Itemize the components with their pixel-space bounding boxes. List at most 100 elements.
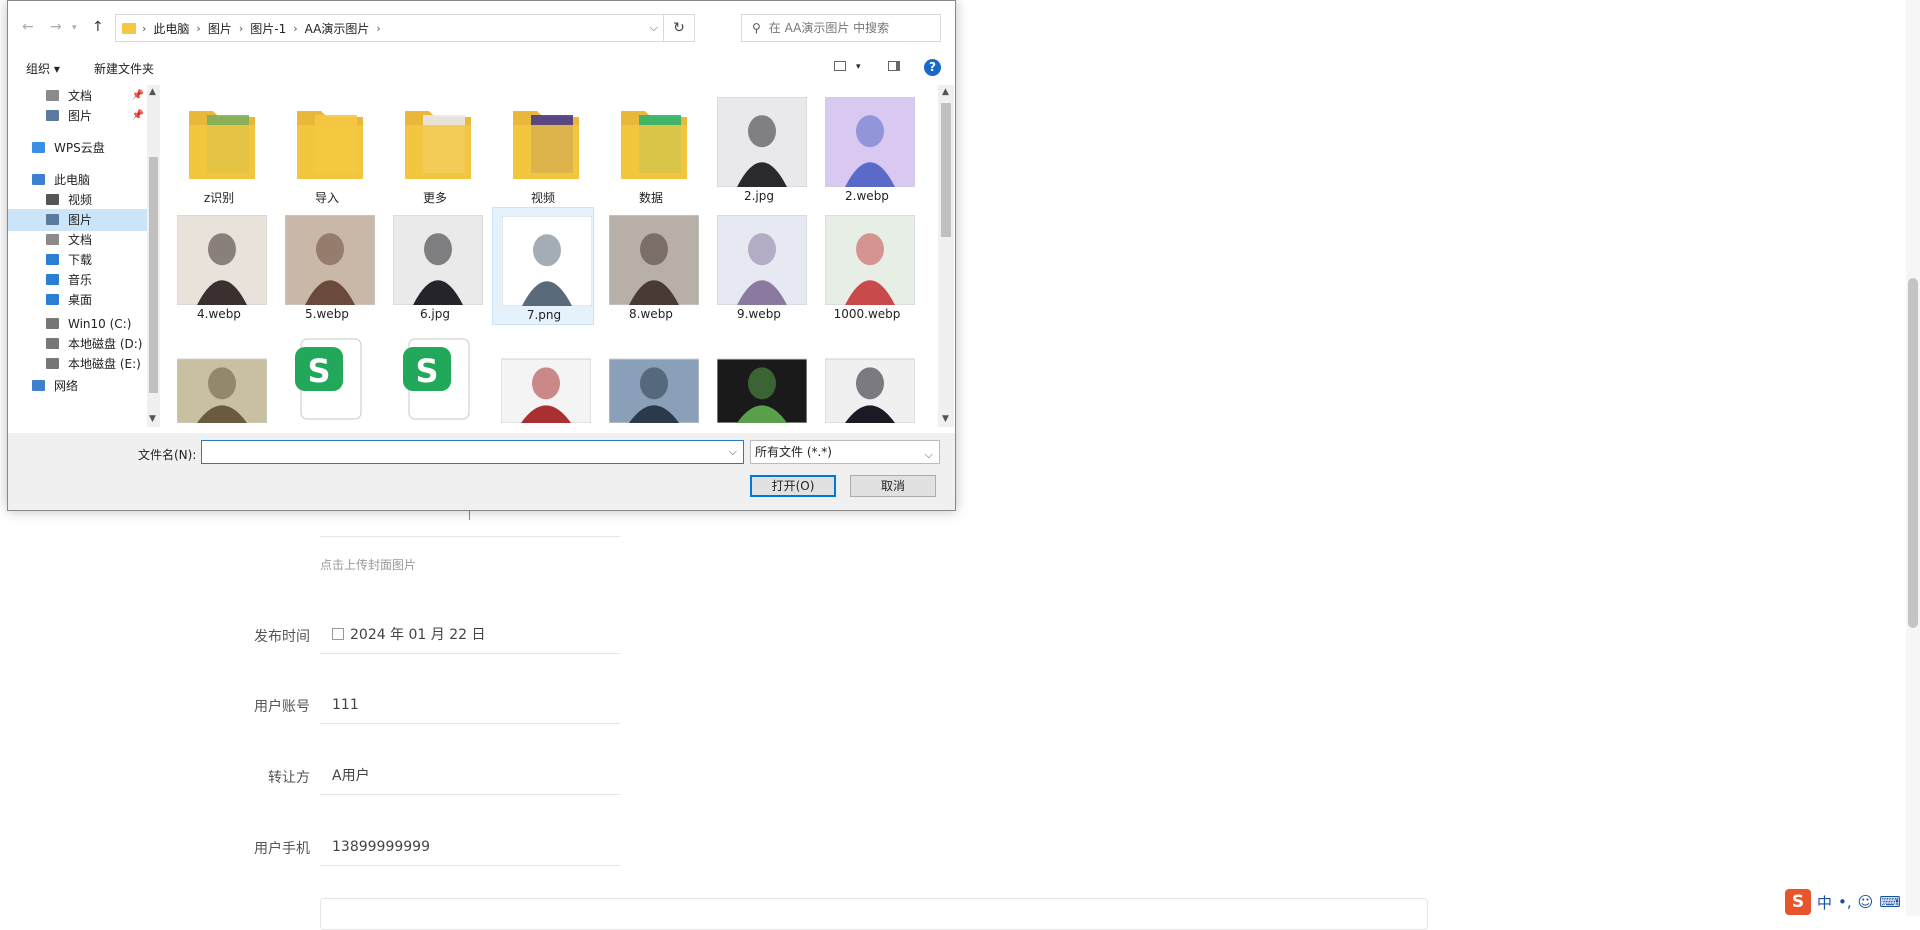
file-item[interactable]: 5.webp (276, 207, 378, 325)
back-arrow-icon[interactable]: ← (22, 19, 34, 35)
nav-item-icon (32, 380, 45, 391)
file-name: 6.jpg (419, 307, 451, 321)
file-item[interactable]: 4.webp (168, 207, 270, 325)
file-item[interactable]: 1000.webp (816, 207, 918, 325)
file-item[interactable]: z识别 (168, 89, 270, 207)
ime-mode[interactable]: 中 (1817, 892, 1832, 913)
chevron-down-icon[interactable]: ⌵ (650, 21, 658, 35)
nav-item[interactable]: WPS云盘 (8, 137, 148, 159)
nav-scrollbar-thumb[interactable] (149, 157, 158, 393)
nav-item[interactable]: 本地磁盘 (E:) (8, 353, 148, 375)
file-item[interactable]: S (276, 325, 378, 427)
forward-arrow-icon[interactable]: → (50, 19, 62, 35)
file-name: 9.webp (737, 307, 781, 321)
scroll-up-icon[interactable]: ▲ (149, 87, 156, 97)
form-row: 用户账号 111 (180, 686, 620, 726)
preview-pane-icon[interactable] (888, 61, 900, 71)
file-item[interactable]: 6.jpg (384, 207, 486, 325)
nav-item[interactable]: 视频 (8, 189, 148, 211)
up-arrow-icon[interactable]: ↑ (92, 19, 104, 35)
nav-item[interactable]: Win10 (C:) (8, 313, 148, 335)
file-item[interactable]: 8.webp (600, 207, 702, 325)
scroll-down-icon[interactable]: ▼ (942, 414, 949, 424)
chevron-down-icon[interactable]: ⌵ (729, 445, 737, 459)
breadcrumb-item[interactable]: 图片 (208, 20, 232, 37)
file-item[interactable]: 更多 (384, 89, 486, 207)
nav-item[interactable]: 文档 (8, 229, 148, 251)
keyboard-icon[interactable]: ⌨ (1879, 893, 1901, 911)
search-input[interactable]: ⚲ 在 AA演示图片 中搜索 (741, 14, 941, 42)
nav-item-icon (46, 214, 59, 225)
breadcrumb-item[interactable]: 此电脑 (153, 20, 189, 37)
address-bar[interactable]: › 此电脑 › 图片 › 图片-1 › AA演示图片 › ⌵ ↻ (115, 14, 695, 42)
pin-icon[interactable]: 📌 (132, 105, 144, 127)
pin-icon[interactable]: 📌 (132, 85, 144, 107)
chevron-down-icon[interactable]: ⌵ (925, 444, 933, 466)
file-item[interactable]: 7.png (492, 207, 594, 325)
nav-item-icon (46, 318, 59, 329)
file-item[interactable] (816, 325, 918, 427)
file-item[interactable]: 9.webp (708, 207, 810, 325)
form-value-field[interactable]: 111 (320, 686, 620, 724)
file-item[interactable] (168, 325, 270, 427)
breadcrumb-separator[interactable]: › (239, 22, 243, 35)
file-item[interactable] (492, 325, 594, 427)
nav-item[interactable]: 文档 📌 (8, 85, 148, 107)
new-folder-button[interactable]: 新建文件夹 (94, 60, 154, 77)
image-thumbnail (609, 358, 699, 423)
ime-punct[interactable]: •, (1838, 893, 1852, 911)
breadcrumb-separator[interactable]: › (196, 22, 200, 35)
file-name: 2.webp (845, 189, 889, 203)
scroll-up-icon[interactable]: ▲ (942, 87, 949, 97)
form-value-field[interactable]: 13899999999 (320, 828, 620, 866)
file-item[interactable]: 2.webp (816, 89, 918, 207)
nav-item-label: 下载 (68, 253, 93, 267)
nav-item[interactable]: 此电脑 (8, 169, 148, 191)
nav-item[interactable]: 图片 📌 (8, 105, 148, 127)
form-value-field[interactable]: 2024 年 01 月 22 日 (320, 616, 620, 654)
view-dropdown-icon[interactable]: ▾ (856, 62, 861, 72)
filetype-select[interactable]: 所有文件 (*.*) ⌵ (750, 440, 940, 464)
upload-hint[interactable]: 点击上传封面图片 (320, 556, 416, 573)
file-item[interactable]: 视频 (492, 89, 594, 207)
nav-item[interactable]: 图片 (8, 209, 148, 231)
nav-item[interactable]: 网络 (8, 375, 148, 397)
nav-item-icon (32, 174, 45, 185)
files-scrollbar[interactable]: ▲ ▼ (938, 85, 954, 427)
form-label: 发布时间 (254, 629, 310, 645)
breadcrumb-separator[interactable]: › (293, 22, 297, 35)
file-item[interactable]: 数据 (600, 89, 702, 207)
nav-scrollbar[interactable]: ▲ ▼ (147, 85, 160, 427)
view-options-icon[interactable] (834, 61, 846, 71)
breadcrumb-item[interactable]: AA演示图片 (305, 20, 370, 37)
description-textarea[interactable] (320, 898, 1428, 930)
files-scrollbar-thumb[interactable] (941, 103, 951, 237)
emoji-icon[interactable]: ☺ (1858, 893, 1874, 911)
cancel-button[interactable]: 取消 (850, 475, 936, 497)
nav-item[interactable]: 下载 (8, 249, 148, 271)
organize-button[interactable]: 组织 ▾ (26, 60, 60, 77)
nav-item[interactable]: 桌面 (8, 289, 148, 311)
wps-logo-icon[interactable]: S (1785, 889, 1811, 915)
refresh-icon[interactable]: ↻ (663, 15, 694, 41)
nav-item-label: 音乐 (68, 273, 93, 287)
filename-input[interactable]: ⌵ (201, 440, 744, 464)
file-item[interactable] (600, 325, 702, 427)
file-item[interactable]: 导入 (276, 89, 378, 207)
form-value-field[interactable]: A用户 (320, 757, 620, 795)
file-item[interactable]: S (384, 325, 486, 427)
file-item[interactable]: 2.jpg (708, 89, 810, 207)
open-button[interactable]: 打开(O) (750, 475, 836, 497)
nav-item-icon (46, 274, 59, 285)
nav-item[interactable]: 本地磁盘 (D:) (8, 333, 148, 355)
scroll-down-icon[interactable]: ▼ (149, 414, 156, 424)
page-scrollbar[interactable] (1906, 0, 1920, 916)
form-value: A用户 (332, 768, 370, 784)
breadcrumb-item[interactable]: 图片-1 (250, 20, 286, 37)
history-chevron-icon[interactable]: ▾ (72, 23, 77, 33)
help-icon[interactable]: ? (924, 59, 941, 76)
breadcrumb-separator[interactable]: › (376, 22, 380, 35)
page-scrollbar-thumb[interactable] (1908, 278, 1918, 628)
nav-item[interactable]: 音乐 (8, 269, 148, 291)
file-item[interactable] (708, 325, 810, 427)
